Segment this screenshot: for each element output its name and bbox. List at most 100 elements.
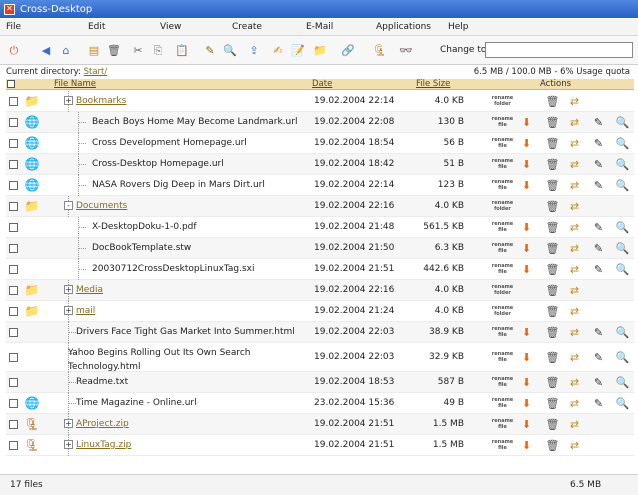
row-checkbox[interactable]	[9, 223, 18, 232]
delete-icon[interactable]: 🗑	[544, 437, 561, 453]
tree-expander[interactable]: +	[64, 96, 73, 105]
menu-create[interactable]: Create	[232, 22, 262, 32]
file-name-link[interactable]: Drivers Face Tight Gas Market Into Summe…	[76, 327, 295, 337]
view-icon[interactable]: 🔍	[614, 135, 631, 151]
file-name-link[interactable]: Cross Development Homepage.url	[92, 138, 247, 148]
file-row[interactable]: 🗜 + AProject.zip 19.02.2004 21:51 1.5 MB rena…	[6, 414, 634, 435]
menu-view[interactable]: View	[160, 22, 181, 32]
row-checkbox[interactable]	[9, 118, 18, 127]
menu-applications[interactable]: Applications	[376, 22, 431, 32]
file-name-link[interactable]: DocBookTemplate.stw	[92, 243, 191, 253]
select-all-checkbox[interactable]	[7, 80, 15, 88]
edit-icon[interactable]: ✎	[590, 395, 607, 411]
row-checkbox[interactable]	[9, 97, 18, 106]
edit-icon[interactable]: ✎	[590, 156, 607, 172]
archive-icon[interactable]: 🗜	[372, 42, 388, 58]
new-note-icon[interactable]: 📝	[290, 42, 306, 58]
rename-icon[interactable]: rename file	[492, 416, 513, 432]
file-name-link[interactable]: Cross-Desktop Homepage.url	[92, 159, 224, 169]
rename-icon[interactable]: rename folder	[492, 282, 513, 298]
view-icon[interactable]: 🔍	[614, 177, 631, 193]
row-checkbox[interactable]	[9, 265, 18, 274]
file-row[interactable]: Readme.txt 19.02.2004 18:53 587 B rename fil…	[6, 372, 634, 393]
row-checkbox[interactable]	[9, 328, 18, 337]
row-checkbox[interactable]	[9, 181, 18, 190]
view-icon[interactable]: 🔍	[614, 156, 631, 172]
copy-move-icon[interactable]: ⇄	[566, 395, 583, 411]
file-name-link[interactable]: Bookmarks	[76, 96, 126, 106]
edit-icon[interactable]: ✎	[590, 349, 607, 365]
tree-expander[interactable]: +	[64, 306, 73, 315]
delete-icon[interactable]: 🗑	[544, 261, 561, 277]
delete-icon[interactable]: 🗑	[544, 198, 561, 214]
rename-icon[interactable]: rename folder	[492, 198, 513, 214]
delete-icon[interactable]: 🗑	[544, 114, 561, 130]
file-name-link[interactable]: mail	[76, 306, 95, 316]
file-row[interactable]: 🌐 Cross Development Homepage.url 19.02.200…	[6, 133, 634, 154]
download-icon[interactable]: ⬇	[518, 219, 535, 235]
back-icon[interactable]: ◀	[38, 42, 54, 58]
file-name-link[interactable]: Documents	[76, 201, 127, 211]
delete-icon[interactable]: 🗑	[544, 177, 561, 193]
file-name-link[interactable]: 20030712CrossDesktopLinuxTag.sxi	[92, 264, 254, 274]
copy-move-icon[interactable]: ⇄	[566, 303, 583, 319]
edit-icon[interactable]: ✎	[590, 374, 607, 390]
delete-icon[interactable]: 🗑	[544, 416, 561, 432]
download-icon[interactable]: ⬇	[518, 395, 535, 411]
upload-icon[interactable]: ⇪	[246, 42, 262, 58]
cut-icon[interactable]: ✂	[130, 42, 146, 58]
row-checkbox[interactable]	[9, 399, 18, 408]
download-icon[interactable]: ⬇	[518, 324, 535, 340]
menu-help[interactable]: Help	[448, 22, 469, 32]
rename-icon[interactable]: rename file	[492, 240, 513, 256]
delete-icon[interactable]: 🗑	[544, 93, 561, 109]
edit-icon[interactable]: ✎	[590, 261, 607, 277]
column-file-size[interactable]: File Size	[416, 79, 450, 89]
copy-move-icon[interactable]: ⇄	[566, 374, 583, 390]
file-row[interactable]: Yahoo Begins Rolling Out Its Own Search …	[6, 343, 634, 372]
copy-move-icon[interactable]: ⇄	[566, 416, 583, 432]
row-checkbox[interactable]	[9, 160, 18, 169]
rename-icon[interactable]: rename folder	[492, 93, 513, 109]
copy-move-icon[interactable]: ⇄	[566, 93, 583, 109]
row-checkbox[interactable]	[9, 353, 18, 362]
copy-icon[interactable]: ⎘	[150, 42, 166, 58]
download-icon[interactable]: ⬇	[518, 261, 535, 277]
copy-move-icon[interactable]: ⇄	[566, 135, 583, 151]
row-checkbox[interactable]	[9, 441, 18, 450]
tree-expander[interactable]: +	[64, 419, 73, 428]
file-row[interactable]: 🌐 Cross-Desktop Homepage.url 19.02.2004 18…	[6, 154, 634, 175]
copy-move-icon[interactable]: ⇄	[566, 437, 583, 453]
delete-icon[interactable]: 🗑	[544, 395, 561, 411]
file-name-link[interactable]: Readme.txt	[76, 377, 128, 387]
column-date[interactable]: Date	[312, 79, 332, 89]
file-name-link[interactable]: NASA Rovers Dig Deep in Mars Dirt.url	[92, 180, 265, 190]
file-row[interactable]: 🌐 Beach Boys Home May Become Landmark.url…	[6, 112, 634, 133]
file-name-link[interactable]: LinuxTag.zip	[76, 440, 131, 450]
edit-icon[interactable]: ✎	[590, 135, 607, 151]
rename-icon[interactable]: rename folder	[492, 303, 513, 319]
power-icon[interactable]: ⏻	[6, 42, 22, 58]
copy-move-icon[interactable]: ⇄	[566, 349, 583, 365]
copy-move-icon[interactable]: ⇄	[566, 198, 583, 214]
copy-move-icon[interactable]: ⇄	[566, 240, 583, 256]
rename-icon[interactable]: rename file	[492, 219, 513, 235]
download-icon[interactable]: ⬇	[518, 374, 535, 390]
delete-icon[interactable]: 🗑	[544, 240, 561, 256]
row-checkbox[interactable]	[9, 244, 18, 253]
row-checkbox[interactable]	[9, 139, 18, 148]
copy-move-icon[interactable]: ⇄	[566, 324, 583, 340]
view-icon[interactable]: 🔍	[614, 374, 631, 390]
copy-move-icon[interactable]: ⇄	[566, 282, 583, 298]
view-icon[interactable]: 🔍	[614, 261, 631, 277]
row-checkbox[interactable]	[9, 420, 18, 429]
rename-icon[interactable]: rename file	[492, 156, 513, 172]
edit-icon[interactable]: ✎	[590, 324, 607, 340]
edit-icon[interactable]: ✎	[590, 114, 607, 130]
row-checkbox[interactable]	[9, 378, 18, 387]
column-file-name[interactable]: File Name	[54, 79, 96, 89]
edit-icon[interactable]: ✎	[590, 177, 607, 193]
new-file-icon[interactable]: ✍	[270, 42, 286, 58]
file-row[interactable]: 20030712CrossDesktopLinuxTag.sxi 19.02.20…	[6, 259, 634, 280]
rename-icon[interactable]: rename file	[492, 395, 513, 411]
